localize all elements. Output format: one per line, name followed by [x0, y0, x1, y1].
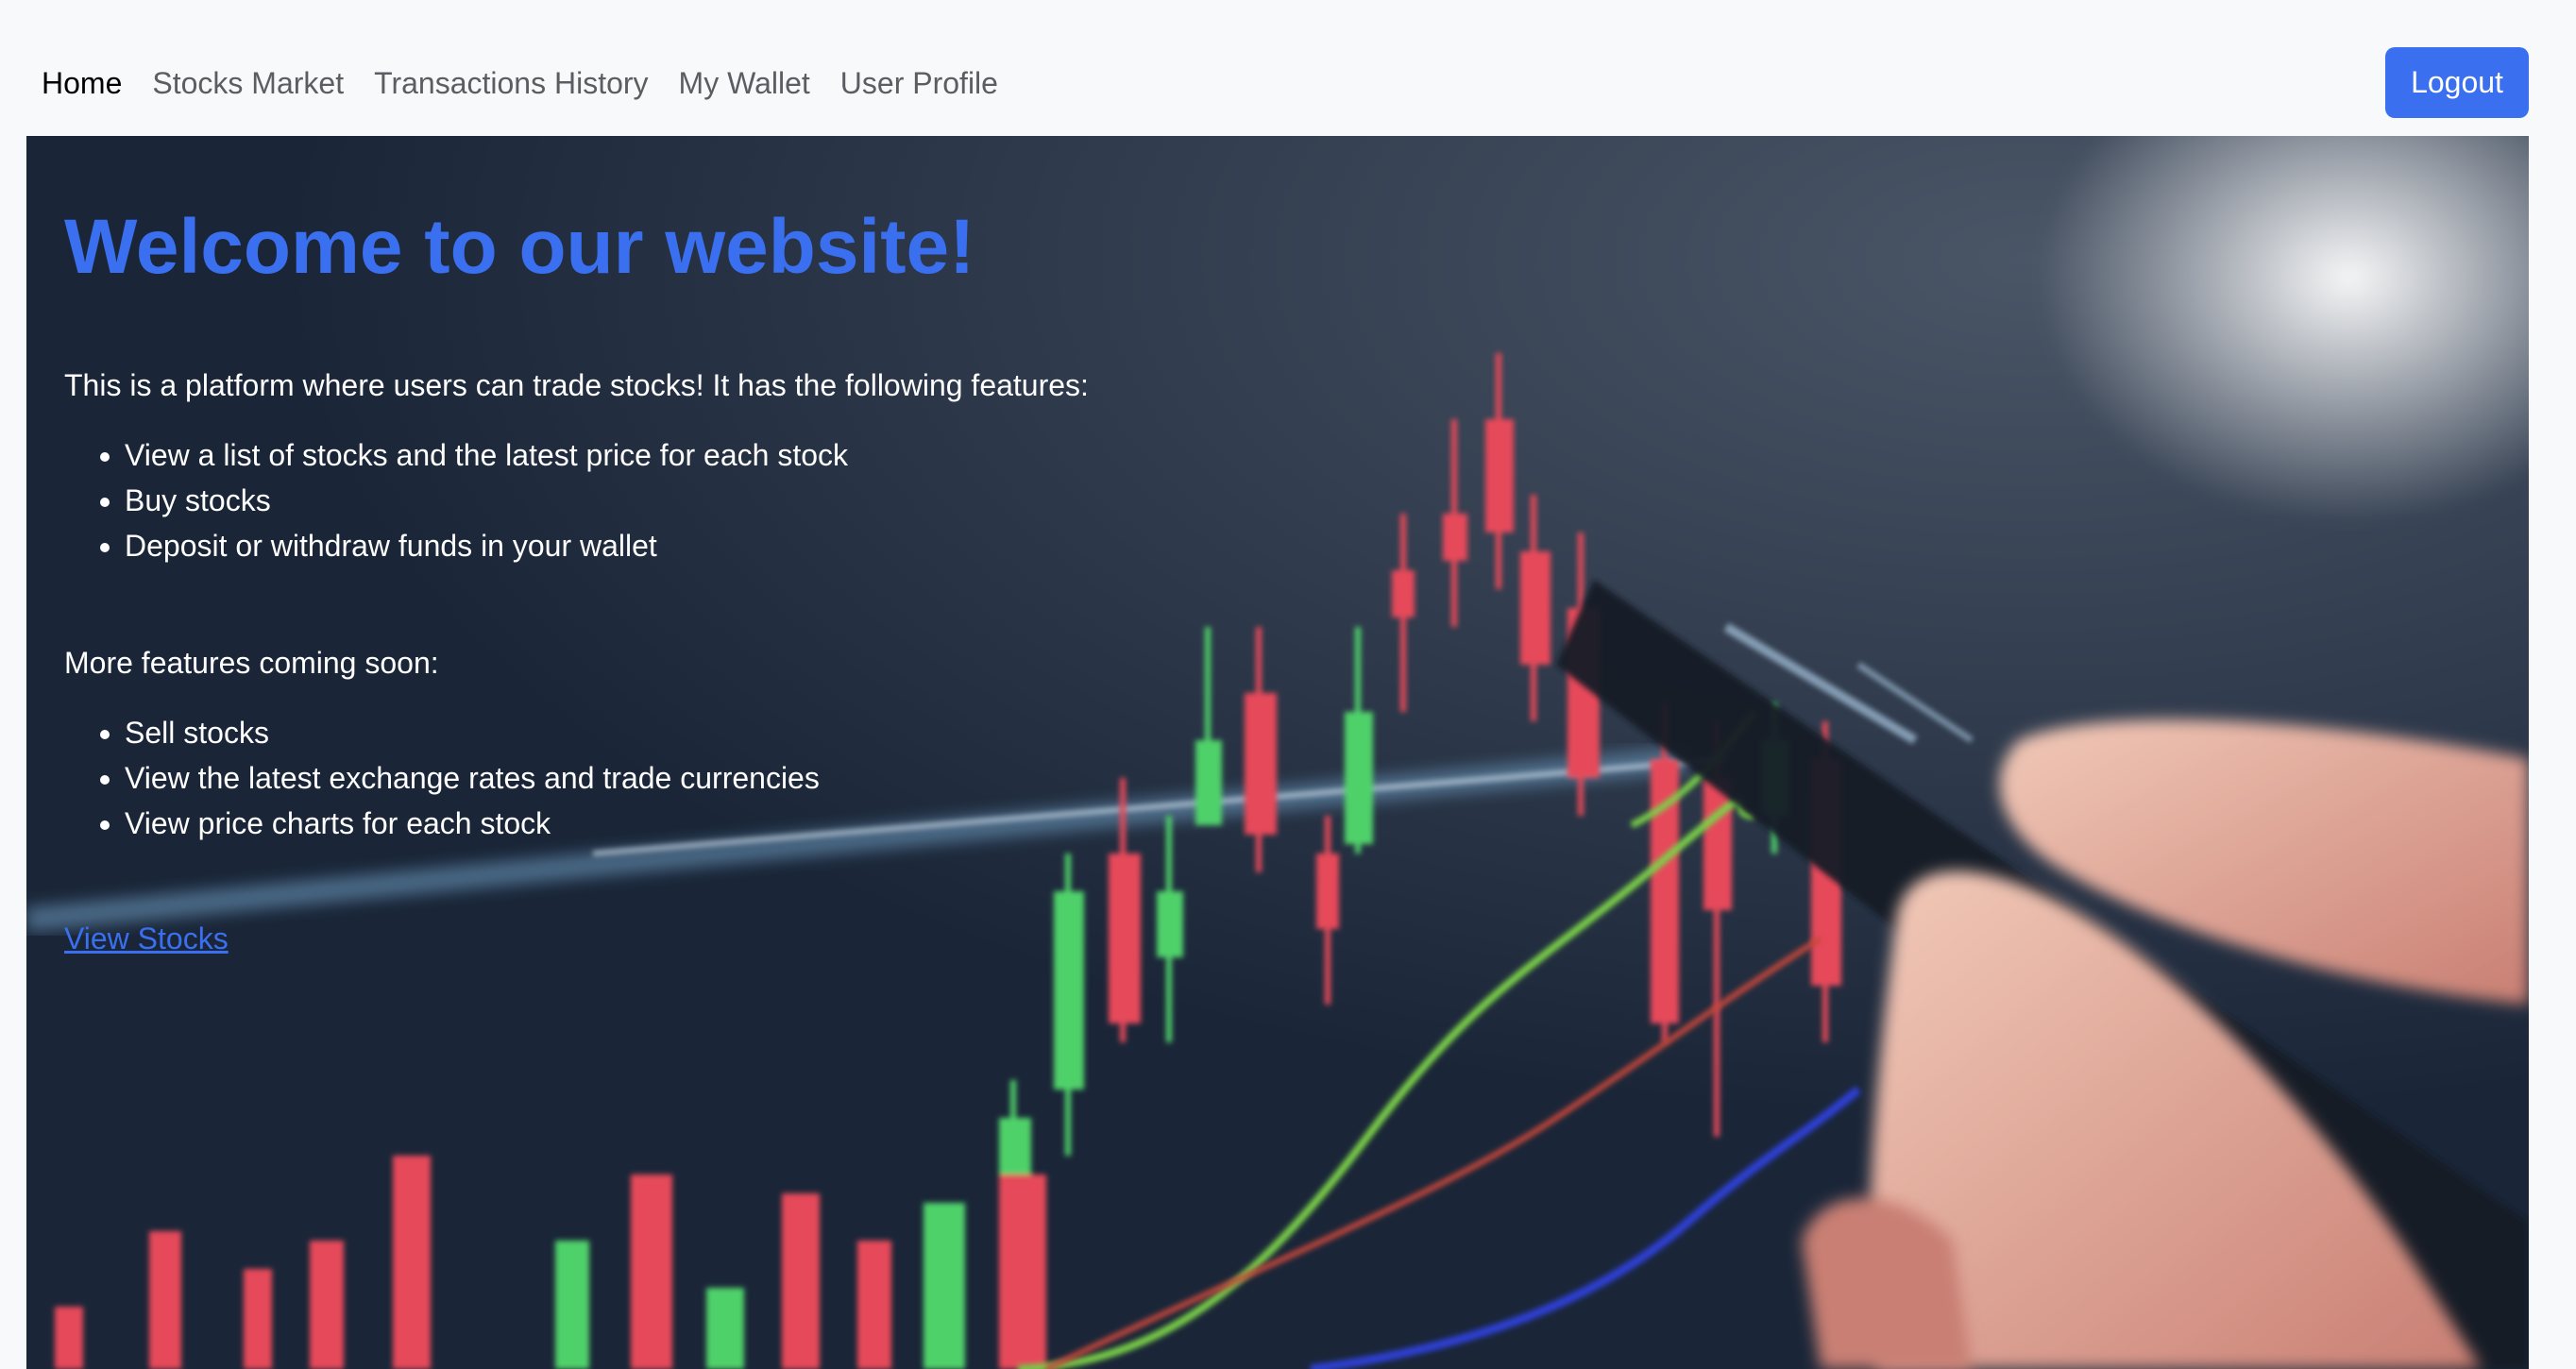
- list-item: View the latest exchange rates and trade…: [125, 755, 1386, 801]
- logout-button[interactable]: Logout: [2385, 47, 2529, 118]
- hero-section: Welcome to our website! This is a platfo…: [26, 136, 2529, 1369]
- top-navbar: Home Stocks Market Transactions History …: [0, 0, 2576, 136]
- features-list: View a list of stocks and the latest pri…: [64, 432, 1386, 568]
- intro-text: This is a platform where users can trade…: [64, 368, 1089, 402]
- nav-transactions-history[interactable]: Transactions History: [374, 64, 648, 102]
- list-item: View price charts for each stock: [125, 801, 1386, 846]
- page-title: Welcome to our website!: [64, 204, 975, 290]
- list-item: Deposit or withdraw funds in your wallet: [125, 523, 1386, 568]
- nav-stocks-market[interactable]: Stocks Market: [152, 64, 344, 102]
- nav-user-profile[interactable]: User Profile: [840, 64, 998, 102]
- nav-links: Home Stocks Market Transactions History …: [42, 64, 998, 102]
- nav-my-wallet[interactable]: My Wallet: [679, 64, 810, 102]
- list-item: View a list of stocks and the latest pri…: [125, 432, 1386, 478]
- nav-home[interactable]: Home: [42, 64, 122, 102]
- list-item: Buy stocks: [125, 478, 1386, 523]
- list-item: Sell stocks: [125, 710, 1386, 755]
- coming-soon-list: Sell stocks View the latest exchange rat…: [64, 710, 1386, 846]
- hero-content: Welcome to our website! This is a platfo…: [64, 136, 1386, 957]
- view-stocks-link[interactable]: View Stocks: [64, 920, 229, 957]
- coming-soon-heading: More features coming soon:: [64, 646, 439, 680]
